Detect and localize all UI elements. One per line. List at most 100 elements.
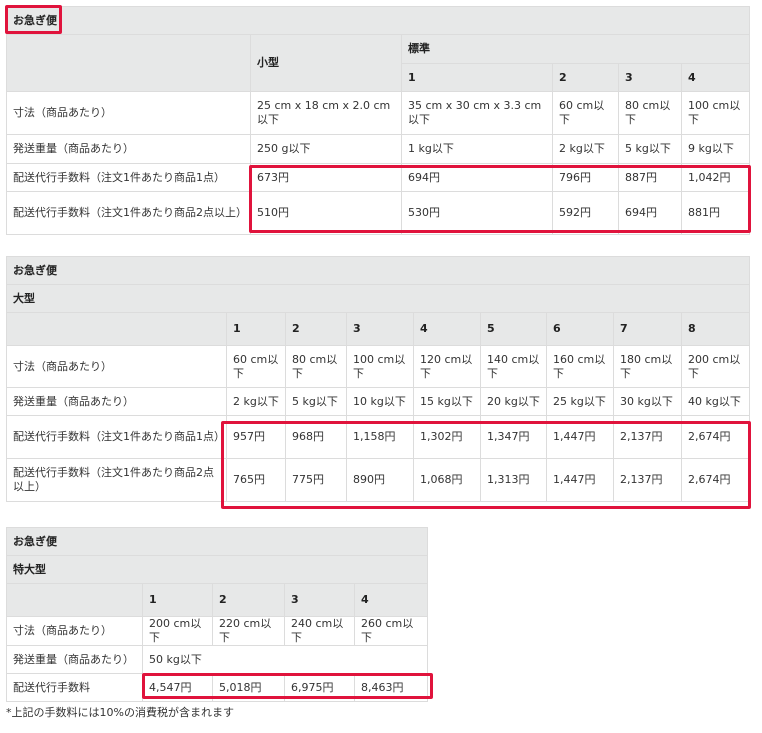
header-small: 小型: [250, 34, 402, 92]
cell: 694円: [401, 163, 553, 192]
size-header: 1: [401, 63, 553, 92]
cell: 8,463円: [353, 673, 429, 702]
cell: 2,137円: [613, 415, 682, 459]
row-label: 寸法（商品あたり）: [6, 91, 251, 135]
table-oversize: お急ぎ便 特大型 1 2 3 4 寸法（商品あたり） 200 cm以下 220 …: [5, 527, 429, 702]
cell: 1,447円: [546, 458, 614, 502]
size-header: 4: [353, 583, 429, 617]
cell: 250 g以下: [250, 134, 402, 164]
cell: 1,042円: [681, 163, 750, 192]
cell: 775円: [285, 458, 347, 502]
table-row: 発送重量（商品あたり） 2 kg以下 5 kg以下 10 kg以下 15 kg以…: [6, 387, 751, 416]
cell: 530円: [401, 191, 553, 235]
cell: 240 cm以下: [284, 616, 355, 646]
table-row: 配送代行手数料（注文1件あたり商品1点） 673円 694円 796円 887円…: [6, 163, 750, 192]
table-row: 発送重量（商品あたり） 250 g以下 1 kg以下 2 kg以下 5 kg以下…: [6, 134, 750, 164]
size-header: 6: [546, 312, 614, 346]
tax-footnote: *上記の手数料には10%の消費税が含まれます: [6, 706, 234, 719]
cell: 968円: [285, 415, 347, 459]
cell: 260 cm以下: [353, 616, 429, 646]
table-row: 寸法（商品あたり） 200 cm以下 220 cm以下 240 cm以下 260…: [6, 616, 429, 646]
table-large: お急ぎ便 大型 1 2 3 4 5 6 7 8 寸法（商品あたり） 60 cm以…: [5, 256, 751, 502]
cell: 1,068円: [413, 458, 481, 502]
cell: 592円: [552, 191, 619, 235]
row-label: 発送重量（商品あたり）: [6, 134, 251, 164]
row-label: 配送代行手数料（注文1件あたり商品2点以上）: [6, 191, 251, 235]
cell: 765円: [226, 458, 286, 502]
cell: 40 kg以下: [680, 387, 751, 416]
cell: 1,158円: [346, 415, 414, 459]
size-header: 5: [480, 312, 547, 346]
cell: 35 cm x 30 cm x 3.3 cm以下: [401, 91, 553, 135]
cell: 2,674円: [680, 415, 751, 459]
cell: 100 cm以下: [346, 345, 414, 388]
cell: 796円: [552, 163, 619, 192]
cell: 50 kg以下: [141, 645, 429, 674]
cell: 890円: [346, 458, 414, 502]
cell: 120 cm以下: [413, 345, 481, 388]
cell: 9 kg以下: [681, 134, 750, 164]
cell: 1,447円: [546, 415, 614, 459]
size-header: 1: [142, 583, 213, 617]
table-row: 配送代行手数料（注文1件あたり商品2点以上） 510円 530円 592円 69…: [6, 191, 750, 235]
cell: 200 cm以下: [680, 345, 751, 388]
cell: 881円: [681, 191, 750, 235]
table-standard: お急ぎ便 小型 標準 1 2 3 4 寸法（商品あたり） 25 cm x 18 …: [6, 6, 750, 235]
size-header: 4: [413, 312, 481, 346]
cell: 5 kg以下: [618, 134, 682, 164]
row-label: 配送代行手数料（注文1件あたり商品1点）: [6, 415, 227, 459]
header-blank: [6, 312, 227, 346]
cell: 200 cm以下: [142, 616, 213, 646]
row-label: 発送重量（商品あたり）: [6, 645, 143, 674]
cell: 60 cm以下: [226, 345, 286, 388]
table-row: 発送重量（商品あたり） 50 kg以下: [6, 645, 429, 674]
cell: 10 kg以下: [346, 387, 414, 416]
cell: 160 cm以下: [546, 345, 614, 388]
header-blank: [6, 34, 251, 92]
table-subtitle: 大型: [5, 284, 751, 313]
header-standard: 標準: [401, 34, 750, 64]
size-header: 2: [285, 312, 347, 346]
table-row: 配送代行手数料（注文1件あたり商品2点以上） 765円 775円 890円 1,…: [6, 458, 751, 502]
cell: 510円: [250, 191, 402, 235]
table-title: お急ぎ便: [6, 6, 750, 35]
cell: 2,137円: [613, 458, 682, 502]
cell: 887円: [618, 163, 682, 192]
size-header: 3: [284, 583, 355, 617]
header-blank: [6, 583, 143, 617]
cell: 1,302円: [413, 415, 481, 459]
cell: 6,975円: [284, 673, 355, 702]
table-row: 配送代行手数料 4,547円 5,018円 6,975円 8,463円: [6, 673, 429, 702]
table-title: お急ぎ便: [5, 527, 429, 556]
row-label: 寸法（商品あたり）: [6, 345, 227, 388]
cell: 5 kg以下: [285, 387, 347, 416]
cell: 2,674円: [680, 458, 751, 502]
cell: 2 kg以下: [226, 387, 286, 416]
row-label: 配送代行手数料: [6, 673, 143, 702]
cell: 100 cm以下: [681, 91, 750, 135]
size-header: 8: [680, 312, 751, 346]
size-header: 2: [552, 63, 619, 92]
cell: 4,547円: [142, 673, 213, 702]
cell: 140 cm以下: [480, 345, 547, 388]
cell: 673円: [250, 163, 402, 192]
cell: 60 cm以下: [552, 91, 619, 135]
cell: 1,313円: [480, 458, 547, 502]
table-row: 配送代行手数料（注文1件あたり商品1点） 957円 968円 1,158円 1,…: [6, 415, 751, 459]
row-label: 配送代行手数料（注文1件あたり商品1点）: [6, 163, 251, 192]
cell: 25 cm x 18 cm x 2.0 cm以下: [250, 91, 402, 135]
size-header: 4: [681, 63, 750, 92]
cell: 180 cm以下: [613, 345, 682, 388]
size-header: 3: [346, 312, 414, 346]
row-label: 配送代行手数料（注文1件あたり商品2点以上）: [6, 458, 227, 502]
cell: 25 kg以下: [546, 387, 614, 416]
table-title: お急ぎ便: [5, 256, 751, 285]
size-header: 2: [212, 583, 285, 617]
table-row: 寸法（商品あたり） 25 cm x 18 cm x 2.0 cm以下 35 cm…: [6, 91, 750, 135]
cell: 2 kg以下: [552, 134, 619, 164]
table-subtitle: 特大型: [5, 555, 429, 584]
cell: 1 kg以下: [401, 134, 553, 164]
size-header: 1: [226, 312, 286, 346]
cell: 220 cm以下: [212, 616, 285, 646]
cell: 5,018円: [212, 673, 285, 702]
